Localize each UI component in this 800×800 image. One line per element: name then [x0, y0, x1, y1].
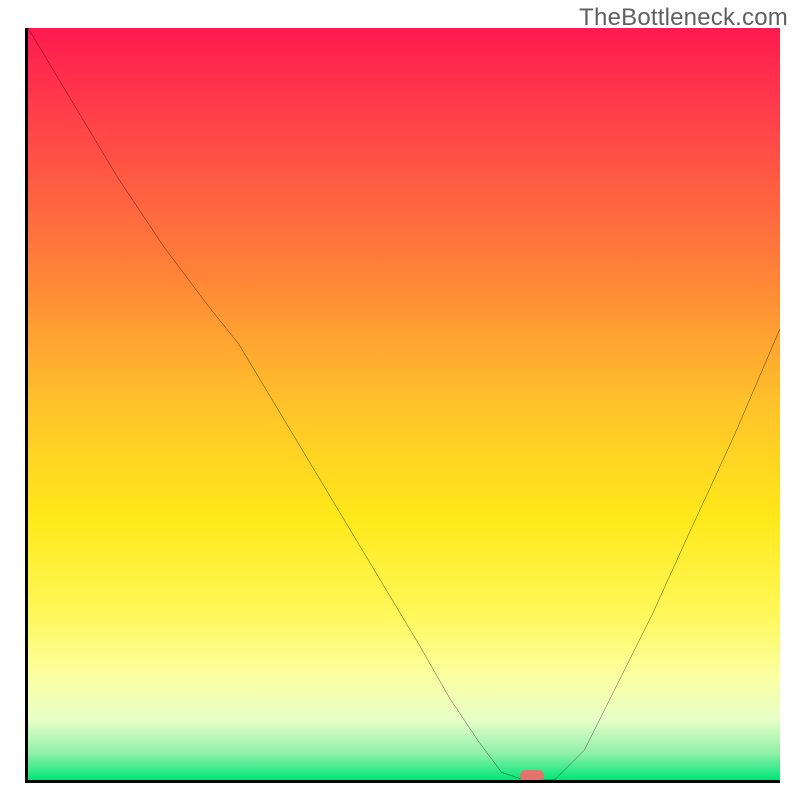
bottleneck-curve — [28, 28, 780, 780]
watermark-text: TheBottleneck.com — [579, 4, 788, 32]
chart-container: TheBottleneck.com — [0, 0, 800, 800]
plot-area — [25, 28, 780, 783]
optimal-marker — [520, 770, 544, 782]
curve-layer — [28, 28, 780, 780]
